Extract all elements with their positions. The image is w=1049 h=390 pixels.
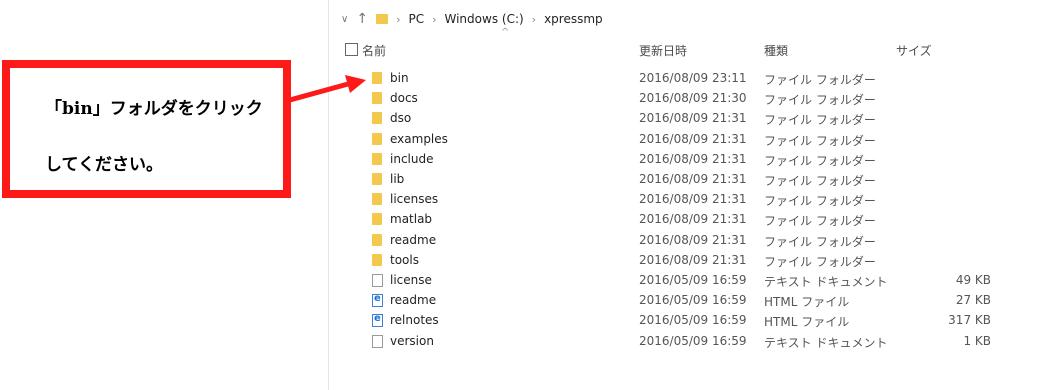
file-date: 2016/05/09 16:59 bbox=[639, 333, 747, 348]
file-type: ファイル フォルダー bbox=[764, 234, 876, 249]
file-type: ファイル フォルダー bbox=[764, 73, 876, 87]
file-name: licenses bbox=[390, 192, 439, 207]
file-type: ファイル フォルダー bbox=[764, 153, 876, 168]
file-date: 2016/08/09 21:31 bbox=[639, 232, 747, 247]
file-explorer: ∨ ↑ › PC › Windows (C:) › xpressmp ^ 名前 … bbox=[328, 0, 1049, 390]
instruction-callout: 「bin」フォルダをクリック してください。 bbox=[2, 60, 291, 198]
file-row[interactable]: readme 2016/08/09 21:31 ファイル フォルダー bbox=[329, 231, 1029, 250]
column-type[interactable]: 種類 bbox=[764, 42, 788, 59]
file-name: examples bbox=[390, 131, 448, 146]
column-date[interactable]: 更新日時 bbox=[639, 42, 687, 59]
breadcrumb-separator-icon: › bbox=[432, 12, 437, 26]
breadcrumb-separator-icon: › bbox=[396, 12, 401, 26]
file-type: HTML ファイル bbox=[764, 315, 850, 330]
file-type: ファイル フォルダー bbox=[764, 174, 876, 188]
folder-icon bbox=[372, 193, 382, 206]
column-size[interactable]: サイズ bbox=[896, 42, 932, 59]
sort-caret-icon: ^ bbox=[501, 27, 510, 38]
breadcrumb-folder[interactable]: xpressmp bbox=[544, 12, 603, 26]
file-name: readme bbox=[390, 232, 437, 247]
file-type: ファイル フォルダー bbox=[764, 113, 876, 128]
recent-locations-chevron-icon[interactable]: ∨ bbox=[341, 14, 348, 25]
breadcrumb-pc[interactable]: PC bbox=[408, 12, 424, 26]
file-row[interactable]: tools 2016/08/09 21:31 ファイル フォルダー bbox=[329, 251, 1029, 270]
file-row[interactable]: license 2016/05/09 16:59 テキスト ドキュメント 49 KB bbox=[329, 271, 1029, 290]
file-type: ファイル フォルダー bbox=[764, 194, 876, 209]
select-all-checkbox[interactable] bbox=[345, 43, 358, 56]
file-date: 2016/08/09 21:31 bbox=[639, 252, 747, 267]
file-row[interactable]: version 2016/05/09 16:59 テキスト ドキュメント 1 KB bbox=[329, 332, 1029, 351]
file-row[interactable]: examples 2016/08/09 21:31 ファイル フォルダー bbox=[329, 130, 1029, 149]
folder-icon bbox=[372, 72, 382, 84]
file-date: 2016/05/09 16:59 bbox=[639, 273, 747, 287]
file-size: 317 KB bbox=[948, 313, 991, 328]
folder-icon bbox=[372, 152, 382, 165]
file-name: include bbox=[390, 151, 434, 166]
file-name: lib bbox=[390, 172, 405, 186]
html-file-icon bbox=[372, 293, 383, 308]
file-name: license bbox=[390, 273, 432, 287]
file-name: dso bbox=[390, 111, 412, 126]
file-type: HTML ファイル bbox=[764, 295, 850, 310]
file-date: 2016/08/09 21:31 bbox=[639, 151, 747, 166]
file-date: 2016/08/09 21:31 bbox=[639, 212, 747, 227]
text-document-icon bbox=[372, 334, 383, 348]
html-file-icon bbox=[372, 313, 383, 328]
folder-icon bbox=[372, 173, 382, 185]
file-type: テキスト ドキュメント bbox=[764, 275, 888, 289]
folder-icon bbox=[372, 213, 382, 226]
file-name: docs bbox=[390, 91, 418, 106]
file-date: 2016/05/09 16:59 bbox=[639, 293, 747, 308]
file-date: 2016/08/09 21:31 bbox=[639, 192, 747, 207]
file-row[interactable]: bin 2016/08/09 23:11 ファイル フォルダー bbox=[329, 69, 1029, 88]
file-date: 2016/08/09 21:31 bbox=[639, 131, 747, 146]
file-row[interactable]: readme 2016/05/09 16:59 HTML ファイル 27 KB bbox=[329, 291, 1029, 310]
file-size: 27 KB bbox=[955, 293, 991, 308]
breadcrumb-separator-icon: › bbox=[531, 12, 537, 26]
file-name: matlab bbox=[390, 212, 433, 227]
text-document-icon bbox=[372, 274, 383, 287]
file-date: 2016/08/09 23:11 bbox=[639, 71, 747, 85]
file-type: テキスト ドキュメント bbox=[764, 335, 888, 350]
file-type: ファイル フォルダー bbox=[764, 214, 876, 229]
column-header: ^ 名前 更新日時 種類 サイズ bbox=[345, 27, 1015, 59]
file-name: bin bbox=[390, 71, 409, 85]
folder-icon bbox=[372, 253, 382, 266]
file-size: 49 KB bbox=[955, 273, 991, 287]
file-row[interactable]: licenses 2016/08/09 21:31 ファイル フォルダー bbox=[329, 190, 1029, 209]
file-type: ファイル フォルダー bbox=[764, 133, 876, 148]
file-name: tools bbox=[390, 252, 419, 267]
folder-icon bbox=[376, 14, 389, 24]
file-row[interactable]: lib 2016/08/09 21:31 ファイル フォルダー bbox=[329, 170, 1029, 189]
callout-text-line1: 「bin」フォルダをクリック bbox=[45, 99, 263, 119]
column-name[interactable]: 名前 bbox=[362, 42, 386, 59]
file-date: 2016/08/09 21:31 bbox=[639, 172, 747, 186]
file-row[interactable]: relnotes 2016/05/09 16:59 HTML ファイル 317 KB bbox=[329, 311, 1029, 330]
callout-arrow bbox=[290, 75, 366, 103]
file-date: 2016/05/09 16:59 bbox=[639, 313, 747, 328]
file-row[interactable]: include 2016/08/09 21:31 ファイル フォルダー bbox=[329, 150, 1029, 169]
file-name: version bbox=[390, 333, 434, 348]
file-type: ファイル フォルダー bbox=[764, 93, 876, 108]
file-row[interactable]: dso 2016/08/09 21:31 ファイル フォルダー bbox=[329, 109, 1029, 128]
address-bar[interactable]: ∨ ↑ › PC › Windows (C:) › xpressmp bbox=[341, 9, 603, 29]
callout-text-line2: してください。 bbox=[45, 155, 163, 175]
file-size: 1 KB bbox=[963, 333, 991, 348]
file-row[interactable]: docs 2016/08/09 21:30 ファイル フォルダー bbox=[329, 89, 1029, 108]
up-arrow-icon[interactable]: ↑ bbox=[356, 11, 368, 27]
breadcrumb-drive[interactable]: Windows (C:) bbox=[445, 12, 524, 26]
file-name: relnotes bbox=[390, 313, 439, 328]
file-type: ファイル フォルダー bbox=[764, 254, 876, 269]
file-name: readme bbox=[390, 293, 437, 308]
file-date: 2016/08/09 21:30 bbox=[639, 91, 747, 106]
folder-icon bbox=[372, 92, 382, 105]
folder-icon bbox=[372, 112, 382, 125]
folder-icon bbox=[372, 132, 382, 145]
file-row[interactable]: matlab 2016/08/09 21:31 ファイル フォルダー bbox=[329, 210, 1029, 229]
file-date: 2016/08/09 21:31 bbox=[639, 111, 747, 126]
folder-icon bbox=[372, 233, 382, 246]
